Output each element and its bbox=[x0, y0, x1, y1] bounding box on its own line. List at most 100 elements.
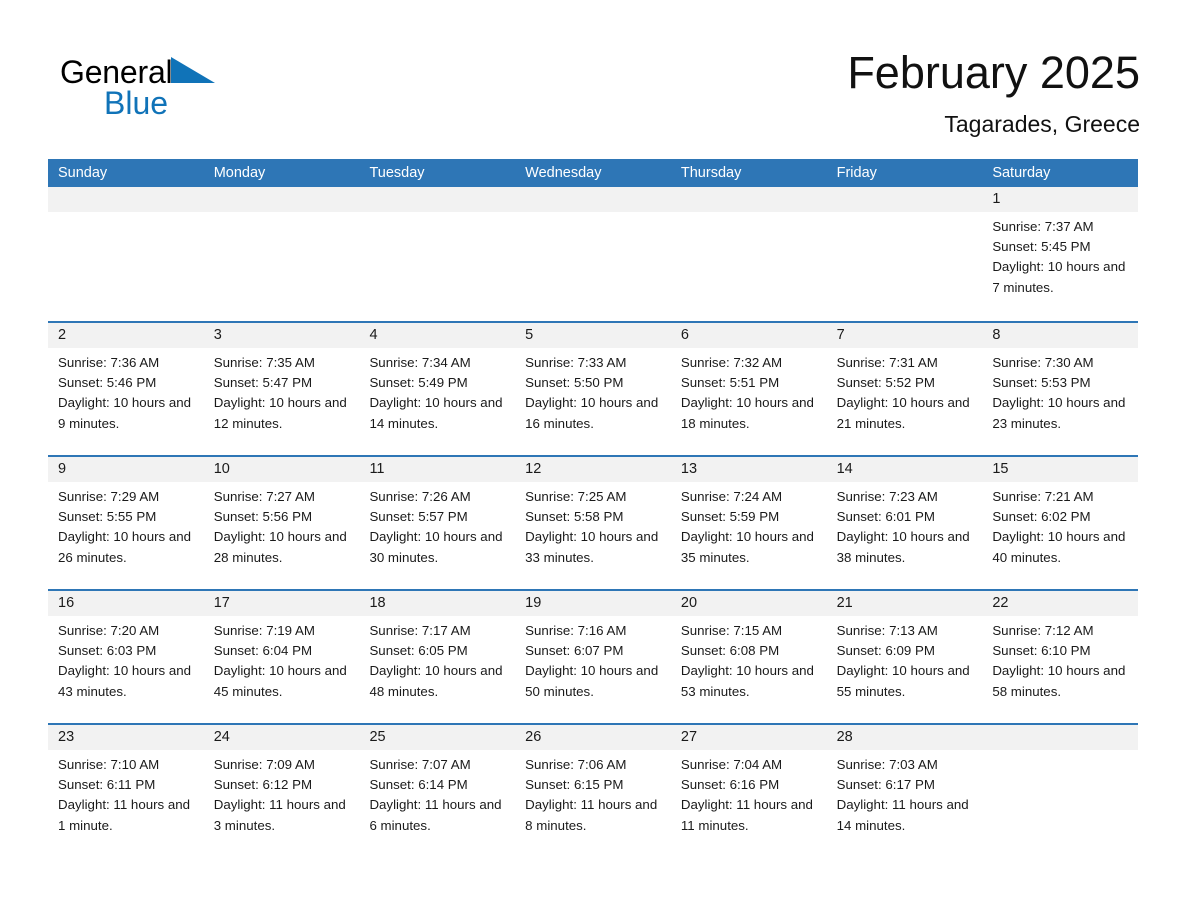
sunset-text: Sunset: 6:14 PM bbox=[369, 777, 468, 793]
sunset-text: Sunset: 5:52 PM bbox=[836, 375, 935, 391]
sunrise-text: Sunrise: 7:13 AM bbox=[836, 623, 938, 638]
sunset-text: Sunset: 5:46 PM bbox=[58, 375, 157, 391]
daylight-text: Daylight: 11 hours and 11 minutes. bbox=[680, 797, 813, 833]
day-cell-empty bbox=[515, 187, 671, 321]
calendar-week-row: 16 Sunrise: 7:20 AM Sunset: 6:03 PM Dayligh… bbox=[48, 589, 1139, 723]
day-cell-empty bbox=[982, 725, 1139, 857]
day-cell[interactable]: 28 Sunrise: 7:03 AM Sunset: 6:17 PM Dayligh… bbox=[826, 725, 983, 857]
daylight-text: Daylight: 10 hours and 48 minutes. bbox=[369, 663, 503, 699]
day-number-band bbox=[982, 725, 1139, 750]
day-cell[interactable]: 22 Sunrise: 7:12 AM Sunset: 6:10 PM Dayligh… bbox=[982, 591, 1139, 723]
day-cell[interactable]: 5 Sunrise: 7:33 AM Sunset: 5:50 PM Daylight… bbox=[515, 323, 671, 455]
day-cell[interactable]: 20 Sunrise: 7:15 AM Sunset: 6:08 PM Dayligh… bbox=[670, 591, 827, 723]
sunset-text: Sunset: 6:17 PM bbox=[836, 777, 935, 793]
day-cell[interactable]: 23 Sunrise: 7:10 AM Sunset: 6:11 PM Dayligh… bbox=[48, 725, 204, 857]
sunset-text: Sunset: 5:47 PM bbox=[213, 375, 313, 391]
day-cell[interactable]: 7 Sunrise: 7:31 AM Sunset: 5:52 PM Daylight… bbox=[826, 323, 983, 455]
day-number-band: 16 bbox=[48, 591, 204, 616]
day-info: Sunrise: 7:26 AM Sunset: 5:57 PM Daylight:… bbox=[359, 482, 515, 568]
day-cell[interactable]: 4 Sunrise: 7:34 AM Sunset: 5:49 PM Daylight… bbox=[359, 323, 516, 455]
day-info: Sunrise: 7:03 AM Sunset: 6:17 PM Daylight:… bbox=[827, 750, 983, 836]
day-cell[interactable]: 18 Sunrise: 7:17 AM Sunset: 6:05 PM Dayligh… bbox=[359, 591, 516, 723]
logo-line-2: Blue bbox=[60, 83, 320, 123]
sunset-text: Sunset: 6:09 PM bbox=[836, 643, 935, 659]
sunrise-text: Sunrise: 7:35 AM bbox=[213, 355, 315, 370]
calendar-weeks: 1 Sunrise: 7:37 AM Sunset: 5:45 PM Daylight… bbox=[48, 187, 1139, 857]
day-number-band: 19 bbox=[515, 591, 671, 616]
daylight-text: Daylight: 10 hours and 30 minutes. bbox=[369, 529, 503, 565]
day-cell[interactable]: 10 Sunrise: 7:27 AM Sunset: 5:56 PM Dayligh… bbox=[203, 457, 360, 589]
day-cell[interactable]: 27 Sunrise: 7:04 AM Sunset: 6:16 PM Dayligh… bbox=[670, 725, 827, 857]
sunset-text: Sunset: 6:08 PM bbox=[680, 643, 780, 659]
day-cell[interactable]: 12 Sunrise: 7:25 AM Sunset: 5:58 PM Dayligh… bbox=[515, 457, 671, 589]
day-cell-empty bbox=[203, 187, 360, 321]
sunset-text: Sunset: 5:51 PM bbox=[680, 375, 780, 391]
day-number: 14 bbox=[836, 461, 853, 477]
day-cell[interactable]: 1 Sunrise: 7:37 AM Sunset: 5:45 PM Daylight… bbox=[982, 187, 1139, 321]
day-number: 27 bbox=[680, 729, 698, 745]
day-cell[interactable]: 26 Sunrise: 7:06 AM Sunset: 6:15 PM Dayligh… bbox=[515, 725, 671, 857]
day-info: Sunrise: 7:15 AM Sunset: 6:08 PM Daylight:… bbox=[671, 616, 827, 702]
day-cell[interactable]: 24 Sunrise: 7:09 AM Sunset: 6:12 PM Dayligh… bbox=[203, 725, 360, 857]
sunrise-text: Sunrise: 7:27 AM bbox=[213, 489, 315, 504]
sunset-text: Sunset: 6:07 PM bbox=[525, 643, 624, 659]
sunrise-text: Sunrise: 7:16 AM bbox=[525, 623, 627, 638]
sunrise-text: Sunrise: 7:04 AM bbox=[680, 757, 783, 772]
sunrise-text: Sunrise: 7:30 AM bbox=[992, 355, 1094, 370]
day-cell[interactable]: 6 Sunrise: 7:32 AM Sunset: 5:51 PM Daylight… bbox=[670, 323, 827, 455]
weekday-header-monday: Monday bbox=[213, 165, 266, 181]
day-info: Sunrise: 7:16 AM Sunset: 6:07 PM Daylight:… bbox=[515, 616, 671, 702]
sunset-text: Sunset: 5:57 PM bbox=[369, 509, 468, 525]
day-number: 7 bbox=[836, 327, 845, 343]
daylight-text: Daylight: 11 hours and 1 minute. bbox=[58, 797, 191, 833]
day-cell[interactable]: 9 Sunrise: 7:29 AM Sunset: 5:55 PM Daylight… bbox=[48, 457, 204, 589]
sunrise-text: Sunrise: 7:34 AM bbox=[369, 355, 471, 370]
day-number: 17 bbox=[213, 595, 230, 611]
day-cell[interactable]: 3 Sunrise: 7:35 AM Sunset: 5:47 PM Daylight… bbox=[203, 323, 360, 455]
day-cell[interactable]: 8 Sunrise: 7:30 AM Sunset: 5:53 PM Daylight… bbox=[982, 323, 1139, 455]
sunrise-text: Sunrise: 7:33 AM bbox=[525, 355, 627, 370]
daylight-text: Daylight: 10 hours and 18 minutes. bbox=[680, 395, 814, 431]
day-cell[interactable]: 13 Sunrise: 7:24 AM Sunset: 5:59 PM Dayligh… bbox=[670, 457, 827, 589]
day-info: Sunrise: 7:30 AM Sunset: 5:53 PM Daylight:… bbox=[982, 348, 1138, 434]
daylight-text: Daylight: 10 hours and 53 minutes. bbox=[680, 663, 814, 699]
day-cell[interactable]: 16 Sunrise: 7:20 AM Sunset: 6:03 PM Dayligh… bbox=[48, 591, 204, 723]
day-cell[interactable]: 25 Sunrise: 7:07 AM Sunset: 6:14 PM Dayligh… bbox=[359, 725, 516, 857]
sunrise-text: Sunrise: 7:07 AM bbox=[369, 757, 471, 772]
day-cell[interactable]: 15 Sunrise: 7:21 AM Sunset: 6:02 PM Dayligh… bbox=[982, 457, 1139, 589]
day-number-band: 24 bbox=[203, 725, 360, 750]
day-info: Sunrise: 7:37 AM Sunset: 5:45 PM Daylight:… bbox=[982, 212, 1138, 298]
day-cell[interactable]: 11 Sunrise: 7:26 AM Sunset: 5:57 PM Dayligh… bbox=[359, 457, 516, 589]
generalblue-logo[interactable]: General Blue bbox=[60, 52, 320, 128]
weekday-header-row: Sunday Monday Tuesday Wednesday Thursday Frid… bbox=[48, 159, 1138, 187]
sunset-text: Sunset: 6:01 PM bbox=[836, 509, 935, 525]
day-number: 25 bbox=[369, 729, 386, 745]
day-cell[interactable]: 19 Sunrise: 7:16 AM Sunset: 6:07 PM Dayligh… bbox=[515, 591, 671, 723]
day-info: Sunrise: 7:06 AM Sunset: 6:15 PM Daylight:… bbox=[515, 750, 671, 836]
day-number-band: 3 bbox=[203, 323, 360, 348]
day-cell[interactable]: 2 Sunrise: 7:36 AM Sunset: 5:46 PM Daylight… bbox=[48, 323, 204, 455]
day-cell-empty bbox=[48, 187, 204, 321]
daylight-text: Daylight: 10 hours and 43 minutes. bbox=[58, 663, 192, 699]
weekday-header-saturday: Saturday bbox=[992, 165, 1051, 181]
sunset-text: Sunset: 6:05 PM bbox=[369, 643, 468, 659]
daylight-text: Daylight: 10 hours and 40 minutes. bbox=[992, 529, 1126, 565]
day-number-band bbox=[203, 187, 360, 212]
daylight-text: Daylight: 11 hours and 6 minutes. bbox=[369, 797, 502, 833]
calendar-week-row: 9 Sunrise: 7:29 AM Sunset: 5:55 PM Daylight… bbox=[48, 455, 1139, 589]
day-number: 3 bbox=[213, 327, 222, 343]
sunset-text: Sunset: 6:04 PM bbox=[213, 643, 313, 659]
day-number-band: 18 bbox=[359, 591, 516, 616]
day-cell[interactable]: 17 Sunrise: 7:19 AM Sunset: 6:04 PM Dayligh… bbox=[203, 591, 360, 723]
sunrise-text: Sunrise: 7:17 AM bbox=[369, 623, 471, 638]
daylight-text: Daylight: 10 hours and 16 minutes. bbox=[525, 395, 659, 431]
day-info: Sunrise: 7:17 AM Sunset: 6:05 PM Daylight:… bbox=[359, 616, 515, 702]
sunset-text: Sunset: 5:50 PM bbox=[525, 375, 624, 391]
calendar-week-row: 2 Sunrise: 7:36 AM Sunset: 5:46 PM Daylight… bbox=[48, 321, 1139, 455]
day-cell[interactable]: 21 Sunrise: 7:13 AM Sunset: 6:09 PM Dayligh… bbox=[826, 591, 983, 723]
sunrise-text: Sunrise: 7:36 AM bbox=[58, 355, 160, 370]
sunset-text: Sunset: 5:53 PM bbox=[992, 375, 1091, 391]
daylight-text: Daylight: 10 hours and 21 minutes. bbox=[836, 395, 970, 431]
day-number-band: 14 bbox=[826, 457, 983, 482]
day-cell[interactable]: 14 Sunrise: 7:23 AM Sunset: 6:01 PM Dayligh… bbox=[826, 457, 983, 589]
